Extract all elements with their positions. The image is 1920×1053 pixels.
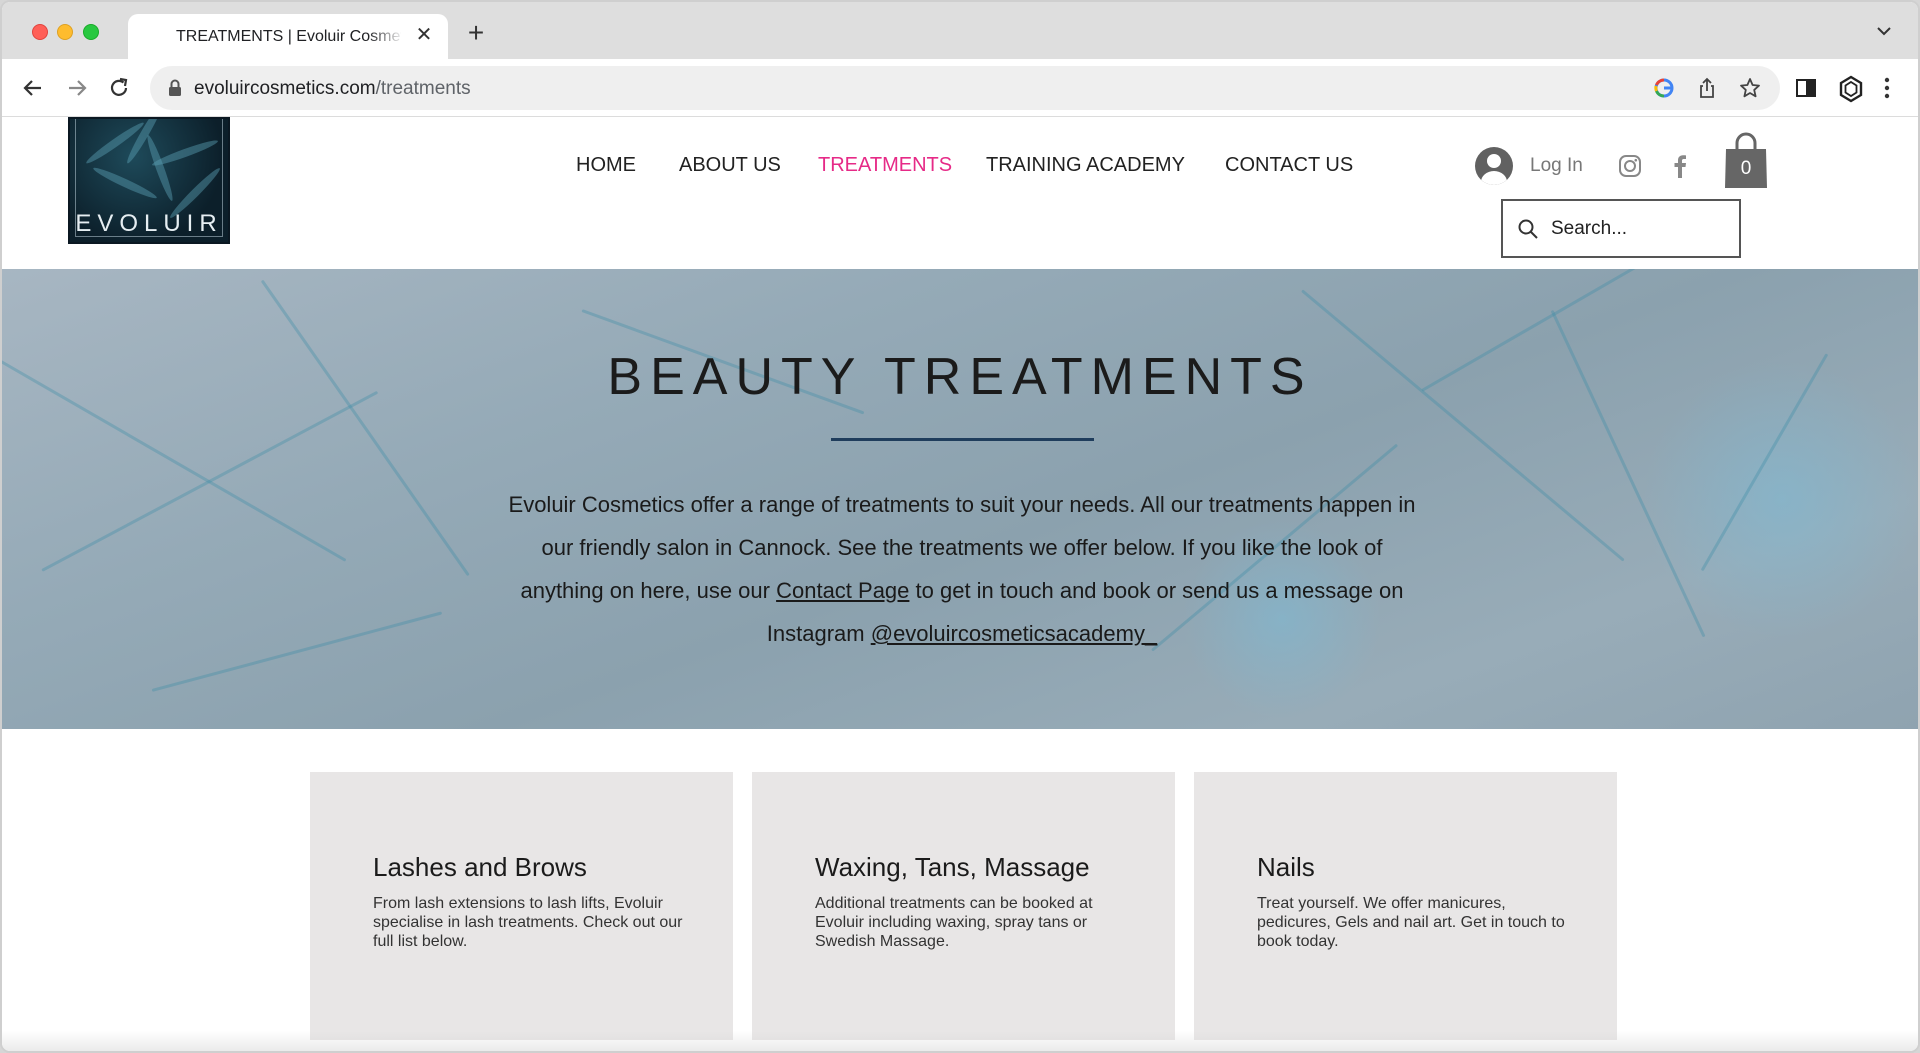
instagram-icon[interactable]: [1618, 154, 1642, 178]
card-lashes-brows[interactable]: Lashes and Brows From lash extensions to…: [310, 772, 733, 1040]
tab-strip: TREATMENTS | Evoluir Cosmetics ✕ +: [2, 2, 1918, 60]
card-title: Waxing, Tans, Massage: [815, 852, 1090, 882]
url-host: evoluircosmetics.com: [194, 78, 376, 99]
tab-title-fade: [368, 24, 404, 48]
card-nails[interactable]: Nails Treat yourself. We offer manicures…: [1194, 772, 1617, 1040]
nav-home[interactable]: HOME: [576, 154, 636, 177]
back-icon[interactable]: [20, 75, 46, 101]
browser-window: TREATMENTS | Evoluir Cosmetics ✕ + evolu…: [0, 0, 1920, 1053]
bottom-shadow: [2, 1031, 1918, 1051]
title-divider: [831, 438, 1094, 441]
facebook-icon[interactable]: [1668, 154, 1692, 178]
login-label: Log In: [1530, 155, 1583, 176]
nav-about-us[interactable]: ABOUT US: [679, 154, 781, 177]
reload-icon[interactable]: [106, 75, 132, 101]
google-icon[interactable]: [1653, 77, 1675, 99]
hero-banner: BEAUTY TREATMENTS Evoluir Cosmetics offe…: [2, 269, 1918, 729]
bookmark-star-icon[interactable]: [1739, 77, 1761, 99]
card-description: Additional treatments can be booked at E…: [815, 895, 1093, 950]
maximize-window-button[interactable]: [83, 24, 99, 40]
tab-close-icon[interactable]: ✕: [414, 25, 434, 45]
close-window-button[interactable]: [32, 24, 48, 40]
nav-training-academy[interactable]: TRAINING ACADEMY: [986, 154, 1185, 177]
user-avatar-icon: [1475, 147, 1513, 185]
extension-icon[interactable]: [1837, 75, 1863, 103]
nav-contact-us[interactable]: CONTACT US: [1225, 154, 1353, 177]
cart-count: 0: [1740, 158, 1752, 179]
logo-text: EVOLUIR: [75, 210, 223, 237]
web-page: EVOLUIR HOME ABOUT US TREATMENTS TRAININ…: [2, 117, 1918, 1051]
share-icon[interactable]: [1696, 77, 1718, 99]
new-tab-button[interactable]: +: [462, 19, 490, 47]
sidepanel-icon[interactable]: [1793, 75, 1819, 101]
address-bar[interactable]: evoluircosmetics.com/treatments: [150, 66, 1780, 110]
search-input[interactable]: [1551, 215, 1726, 243]
page-title: BEAUTY TREATMENTS: [607, 348, 1313, 406]
kebab-menu-icon[interactable]: [1882, 75, 1908, 101]
card-title: Nails: [1257, 852, 1315, 882]
cart-button[interactable]: 0: [1723, 132, 1769, 192]
url-text[interactable]: evoluircosmetics.com/treatments: [194, 78, 471, 100]
card-description: From lash extensions to lash lifts, Evol…: [373, 895, 683, 950]
nav-treatments[interactable]: TREATMENTS: [818, 154, 952, 177]
tab-search-chevron-icon[interactable]: [1876, 24, 1892, 42]
card-title: Lashes and Brows: [373, 852, 587, 882]
active-tab[interactable]: TREATMENTS | Evoluir Cosmetics ✕: [128, 14, 448, 60]
search-icon: [1517, 218, 1539, 245]
browser-toolbar: evoluircosmetics.com/treatments: [2, 59, 1918, 117]
card-waxing-tans-massage[interactable]: Waxing, Tans, Massage Additional treatme…: [752, 772, 1175, 1040]
forward-icon[interactable]: [64, 75, 90, 101]
lock-icon: [168, 79, 182, 102]
url-path: /treatments: [375, 78, 471, 99]
site-search-box[interactable]: [1501, 199, 1741, 258]
card-description: Treat yourself. We offer manicures, pedi…: [1257, 895, 1565, 950]
instagram-link[interactable]: @evoluircosmeticsacademy_: [871, 621, 1157, 646]
intro-paragraph: Evoluir Cosmetics offer a range of treat…: [507, 483, 1417, 655]
evoluir-logo[interactable]: EVOLUIR: [68, 117, 230, 244]
contact-page-link[interactable]: Contact Page: [776, 578, 909, 603]
minimize-window-button[interactable]: [57, 24, 73, 40]
